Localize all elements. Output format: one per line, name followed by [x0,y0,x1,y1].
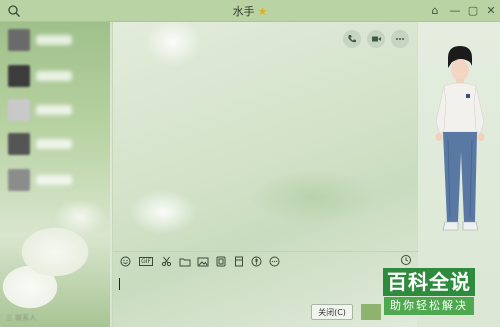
gif-icon[interactable]: GIF [137,255,155,268]
more-icon[interactable] [391,30,409,48]
contact-item[interactable] [8,168,108,192]
maximize-button[interactable]: ▢ [465,3,481,19]
avatar [8,99,30,121]
close-window-button[interactable]: ✕ [483,3,499,19]
watermark-logo: 百科全说 助你轻松解决 [368,265,490,317]
contact-item[interactable] [8,98,108,122]
skin-icon[interactable]: ⌂ [427,3,443,19]
star-icon: ★ [257,4,268,18]
watermark-main-text: 百科全说 [383,267,475,296]
more-tools-icon[interactable] [268,255,281,268]
image-icon[interactable] [196,255,209,268]
close-chat-button[interactable]: 关闭(C) [311,304,353,320]
watermark-sub-text: 助你轻松解决 [384,296,474,315]
chat-top-actions [343,30,409,48]
avatar [8,29,30,51]
avatar-figure [435,46,485,231]
contact-name-blurred [36,175,72,185]
contact-name-blurred [36,71,72,81]
title-bar: 水手 ★ ⌂ — ▢ ✕ [0,0,500,22]
screen-share-icon[interactable] [214,255,227,268]
text-caret [119,278,120,290]
voice-icon[interactable] [250,255,263,268]
contact-item[interactable] [8,64,108,88]
contact-name-blurred [36,105,72,115]
contact-item[interactable] [8,28,108,52]
gif-label: GIF [139,257,153,266]
contact-name-blurred [36,35,72,45]
contact-sidebar: 三 联系人 [0,22,110,327]
avatar [8,133,30,155]
contact-name: 水手 [232,5,255,18]
sidebar-footer[interactable]: 三 联系人 [6,313,36,323]
folder-icon[interactable] [178,255,191,268]
video-icon[interactable] [367,30,385,48]
emoji-icon[interactable] [119,255,132,268]
avatar [8,169,30,191]
phone-icon[interactable] [343,30,361,48]
contact-name-blurred [36,139,72,149]
minimize-button[interactable]: — [447,3,463,19]
scissors-icon[interactable] [160,255,173,268]
avatar [8,65,30,87]
contact-item[interactable] [8,132,108,156]
window-title: 水手 ★ [0,0,500,22]
red-packet-icon[interactable] [232,255,245,268]
